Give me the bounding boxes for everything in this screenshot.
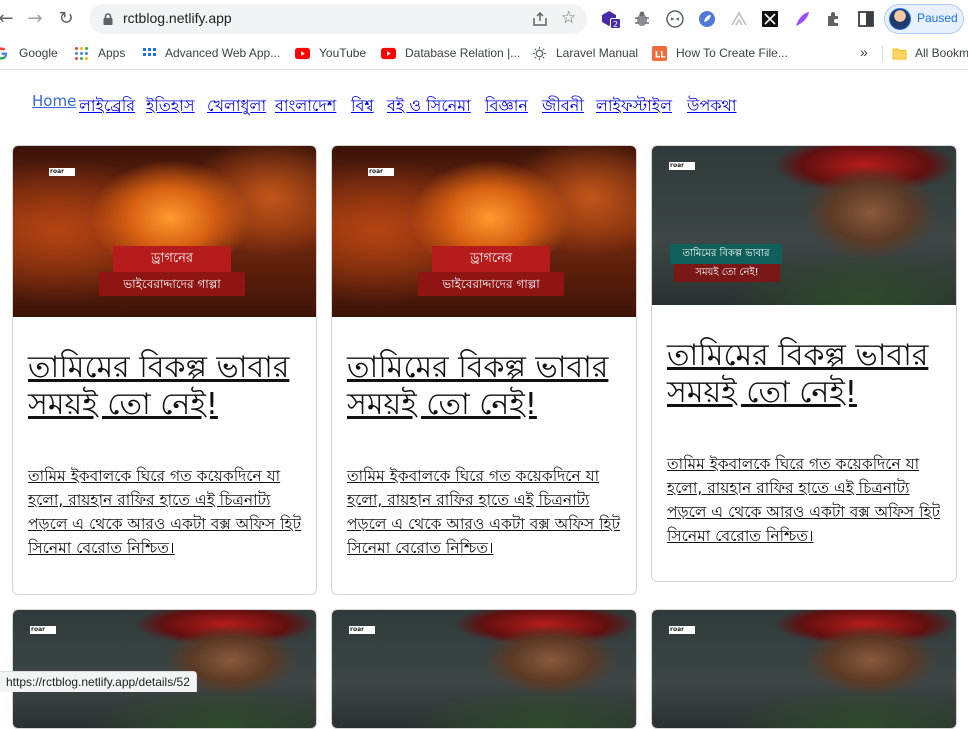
bookmark-laravel-manual[interactable]: Laravel Manual: [556, 46, 638, 60]
article-title[interactable]: তামিমের বিকল্প ভাবার সময়ই তো নেই!: [347, 349, 622, 423]
bookmark-google[interactable]: Google: [19, 46, 58, 60]
nav-item-bangladesh[interactable]: বাংলাদেশ: [275, 93, 336, 120]
extension-badge: 2: [610, 18, 621, 29]
face-extension-icon[interactable]: [665, 9, 685, 29]
bug-extension-icon[interactable]: [632, 9, 652, 29]
profile-button[interactable]: Paused: [884, 4, 964, 34]
article-card[interactable]: roar ড্রাগনের ভাইবেরাদ্দাদের গাল্পা তামি…: [12, 145, 317, 595]
roar-logo: roar: [349, 626, 375, 634]
address-bar[interactable]: rctblog.netlify.app ☆: [89, 4, 587, 34]
article-thumbnail[interactable]: roar ড্রাগনের ভাইবেরাদ্দাদের গাল্পা: [332, 146, 636, 317]
bookmark-how-to-create-file[interactable]: How To Create File...: [676, 46, 788, 60]
browser-toolbar: ← → ↻ rctblog.netlify.app ☆ 2 Paused: [0, 0, 968, 38]
article-card[interactable]: roar: [331, 609, 637, 729]
article-title[interactable]: তামিমের বিকল্প ভাবার সময়ই তো নেই!: [28, 349, 303, 423]
thumbnail-caption-bottom: ভাইবেরাদ্দাদের গাল্পা: [99, 272, 245, 296]
article-thumbnail[interactable]: roar: [652, 610, 956, 728]
article-thumbnail[interactable]: roar তামিমের বিকল্প ভাবার সময়ই তো নেই!: [652, 146, 956, 305]
bookmark-star-icon[interactable]: ☆: [561, 8, 576, 28]
nav-item-folktale[interactable]: উপকথা: [687, 93, 737, 120]
bookmarks-divider: [882, 46, 883, 62]
article-card[interactable]: roar ড্রাগনের ভাইবেরাদ্দাদের গাল্পা তামি…: [331, 145, 637, 595]
sun-icon: [532, 46, 547, 61]
back-icon[interactable]: ←: [0, 9, 16, 29]
nav-home-link[interactable]: Home: [32, 92, 76, 110]
thumbnail-caption-top: ড্রাগনের: [432, 246, 550, 272]
thumbnail-caption-top: তামিমের বিকল্প ভাবার: [670, 244, 782, 264]
ll-icon: LL: [652, 46, 667, 61]
url-text: rctblog.netlify.app: [123, 10, 232, 26]
profile-status: Paused: [917, 11, 958, 25]
article-excerpt[interactable]: তামিম ইকবালকে ঘিরে গত কয়েকদিনে যা হলো, …: [347, 464, 632, 560]
youtube-icon: [381, 47, 396, 60]
article-excerpt[interactable]: তামিম ইকবালকে ঘিরে গত কয়েকদিনে যা হলো, …: [28, 464, 313, 560]
share-icon[interactable]: [531, 10, 549, 28]
roar-logo: roar: [368, 168, 394, 176]
nav-item-library[interactable]: লাইব্রেরি: [79, 93, 135, 120]
feather-extension-icon[interactable]: [792, 9, 812, 29]
article-thumbnail[interactable]: roar ড্রাগনের ভাইবেরাদ্দাদের গাল্পা: [13, 146, 316, 317]
site-navigation: Home লাইব্রেরি ইতিহাস খেলাধুলা বাংলাদেশ …: [32, 90, 952, 120]
bookmark-database-relation[interactable]: Database Relation |...: [405, 46, 520, 60]
nav-item-sports[interactable]: খেলাধুলা: [207, 93, 266, 120]
article-title[interactable]: তামিমের বিকল্প ভাবার সময়ই তো নেই!: [667, 337, 942, 411]
thumbnail-caption-bottom: সময়ই তো নেই!: [674, 264, 780, 282]
forward-icon[interactable]: →: [25, 9, 45, 29]
link-status-bar: https://rctblog.netlify.app/details/52: [0, 671, 197, 692]
roar-logo: roar: [49, 168, 75, 176]
nav-item-world[interactable]: বিশ্ব: [351, 93, 374, 120]
google-icon: [0, 47, 8, 60]
roar-logo: roar: [669, 162, 695, 170]
article-card[interactable]: roar: [12, 609, 317, 729]
puzzle-extensions-icon[interactable]: [824, 9, 844, 29]
triangle-extension-icon[interactable]: [729, 9, 749, 29]
article-thumbnail[interactable]: roar: [332, 610, 636, 728]
svg-text:LL: LL: [655, 49, 666, 59]
side-panel-icon[interactable]: [856, 9, 876, 29]
article-card[interactable]: roar: [651, 609, 957, 729]
bookmark-all-bookmarks[interactable]: All Bookm: [915, 46, 968, 60]
roar-logo: roar: [669, 626, 695, 634]
reload-icon[interactable]: ↻: [56, 9, 76, 29]
nav-item-science[interactable]: বিজ্ঞান: [485, 93, 528, 120]
apps-grid-icon: [75, 47, 88, 60]
nav-item-lifestyle[interactable]: লাইফস্টাইল: [596, 93, 672, 120]
bookmark-advanced-web-app[interactable]: Advanced Web App...: [165, 46, 280, 60]
nav-item-books-cinema[interactable]: বই ও সিনেমা: [387, 93, 471, 120]
nav-item-biography[interactable]: জীবনী: [542, 93, 584, 120]
article-excerpt[interactable]: তামিম ইকবালকে ঘিরে গত কয়েকদিনে যা হলো, …: [667, 452, 952, 548]
bookmark-apps[interactable]: Apps: [98, 46, 125, 60]
x-extension-icon[interactable]: [760, 9, 780, 29]
lock-icon[interactable]: [101, 12, 115, 26]
blue-circle-extension-icon[interactable]: [697, 9, 717, 29]
thumbnail-caption-bottom: ভাইবেরাদ্দাদের গাল্পা: [418, 272, 564, 296]
bookmark-youtube[interactable]: YouTube: [319, 46, 366, 60]
thumbnail-caption-top: ড্রাগনের: [113, 246, 231, 272]
extension-cube-icon[interactable]: 2: [599, 9, 621, 29]
page-icon: [143, 48, 156, 56]
roar-logo: roar: [30, 626, 56, 634]
youtube-icon: [295, 47, 310, 60]
bookmarks-bar: Google Apps Advanced Web App... YouTube …: [0, 38, 968, 70]
article-card[interactable]: roar তামিমের বিকল্প ভাবার সময়ই তো নেই! …: [651, 145, 957, 582]
avatar: [889, 8, 911, 30]
folder-icon: [892, 48, 907, 60]
nav-item-history[interactable]: ইতিহাস: [146, 93, 195, 120]
article-thumbnail[interactable]: roar: [13, 610, 316, 728]
bookmarks-overflow-button[interactable]: »: [860, 44, 868, 60]
